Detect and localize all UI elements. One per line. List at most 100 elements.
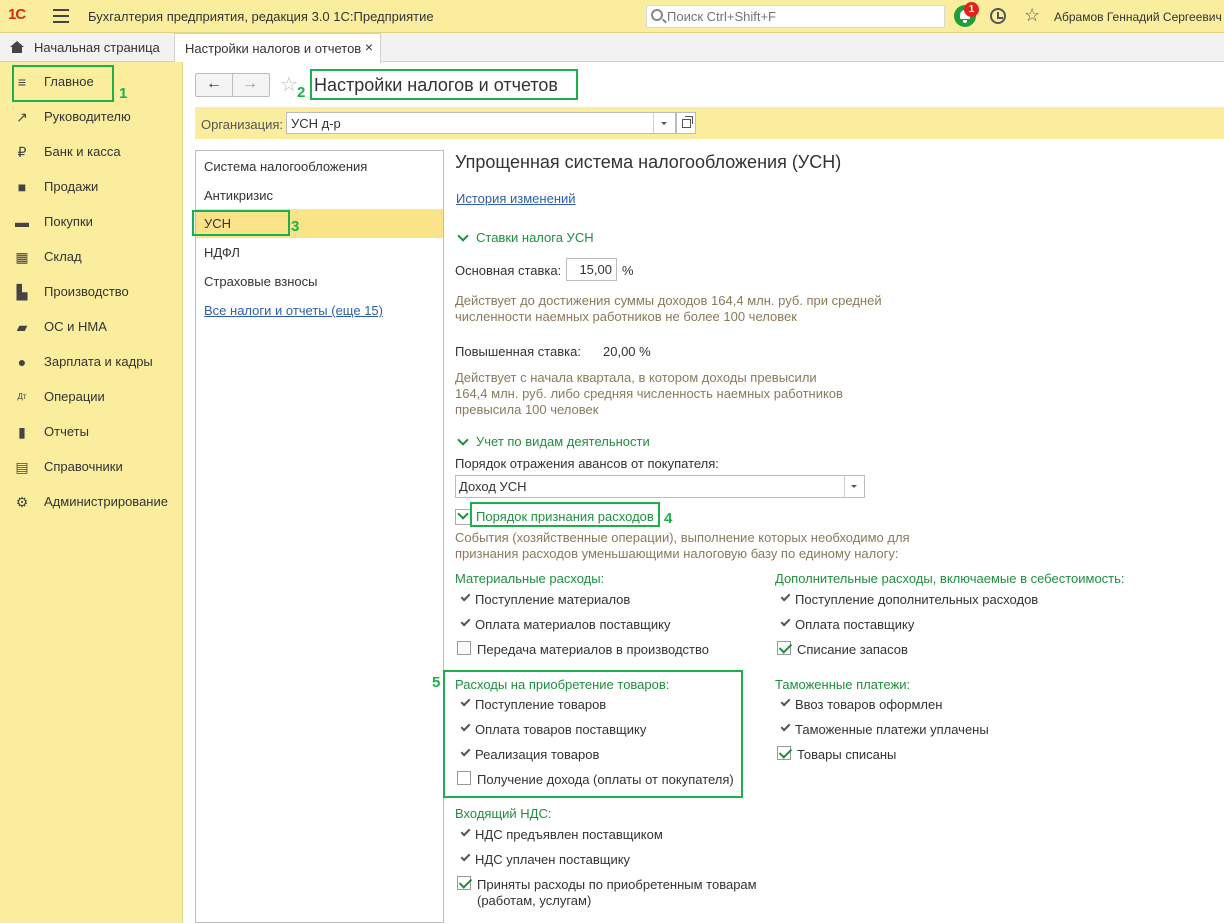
vat-item: Приняты расходы по приобретенным товарам… xyxy=(477,877,757,908)
checkmark-icon xyxy=(780,591,791,602)
top-bar: 1С Бухгалтерия предприятия, редакция 3.0… xyxy=(0,0,1224,33)
base-rate-label: Основная ставка: xyxy=(455,263,562,278)
material-item: Поступление материалов xyxy=(475,592,631,607)
annotation-number-2: 2 xyxy=(297,84,306,101)
chevron-down-icon[interactable] xyxy=(457,230,469,242)
sidebar-item-sales[interactable]: ■ Продажи xyxy=(0,172,183,202)
base-rate-input[interactable]: 15,00 xyxy=(566,258,617,281)
favorites-star-icon[interactable]: ☆ xyxy=(1024,5,1040,26)
forward-arrow-icon[interactable]: → xyxy=(242,75,258,93)
search-icon xyxy=(651,9,663,21)
search-input[interactable] xyxy=(667,8,937,25)
material-item: Передача материалов в производство xyxy=(477,642,709,657)
sidebar-item-production[interactable]: ▙ Производство xyxy=(0,277,183,307)
dropdown-triangle xyxy=(851,485,857,488)
tab-close-icon[interactable]: × xyxy=(365,39,373,55)
material-transfer-checkbox[interactable] xyxy=(457,641,471,655)
section-label: Страховые взносы xyxy=(204,274,318,289)
section-item-anticrisis[interactable]: Антикризис xyxy=(196,181,443,210)
section-item-insurance[interactable]: Страховые взносы xyxy=(196,267,443,296)
user-name[interactable]: Абрамов Геннадий Сергеевич xyxy=(1054,10,1222,24)
sidebar-item-label: Справочники xyxy=(44,459,123,474)
sidebar-item-references[interactable]: ▤ Справочники xyxy=(0,452,183,482)
annotation-box-1 xyxy=(12,65,114,102)
section-item-ndfl[interactable]: НДФЛ xyxy=(196,238,443,267)
customs-item: Ввоз товаров оформлен xyxy=(795,697,943,712)
favorite-star-icon[interactable]: ☆ xyxy=(280,72,298,97)
goods-written-off-checkbox[interactable] xyxy=(777,746,791,760)
section-label: Антикризис xyxy=(204,188,273,203)
annotation-number-5: 5 xyxy=(432,674,441,691)
tab-home-label: Начальная страница xyxy=(34,40,160,55)
section-label: Все налоги и отчеты (еще 15) xyxy=(204,303,383,318)
person-icon: ● xyxy=(17,354,27,370)
sidebar-item-purchases[interactable]: ▬ Покупки xyxy=(0,207,183,237)
high-rate-note: Действует с начала квартала, в котором д… xyxy=(455,370,843,417)
high-rate-label: Повышенная ставка: xyxy=(455,344,581,359)
expenses-accepted-checkbox[interactable] xyxy=(457,876,471,890)
history-icon[interactable] xyxy=(990,8,1006,24)
annotation-box-5 xyxy=(443,670,743,798)
checkmark-icon xyxy=(460,826,471,837)
organization-select[interactable]: УСН д-р xyxy=(286,112,676,134)
sidebar-item-bank[interactable]: ₽ Банк и касса xyxy=(0,137,183,167)
sidebar-item-label: Склад xyxy=(44,249,82,264)
high-rate-value: 20,00 % xyxy=(603,344,651,359)
base-rate-value: 15,00 xyxy=(579,262,612,277)
expenses-note: События (хозяйственные операции), выполн… xyxy=(455,530,910,561)
back-arrow-icon[interactable]: ← xyxy=(206,75,222,93)
history-link[interactable]: История изменений xyxy=(456,191,576,206)
tab-tax-settings[interactable]: Настройки налогов и отчетов × xyxy=(174,33,381,63)
tab-home[interactable]: Начальная страница xyxy=(0,33,172,62)
dtkt-icon: Дт xyxy=(17,392,27,401)
checkmark-icon xyxy=(460,591,471,602)
additional-item: Списание запасов xyxy=(797,642,908,657)
sidebar-item-assets[interactable]: ▰ ОС и НМА xyxy=(0,312,183,342)
trend-icon: ↗ xyxy=(16,109,28,125)
app-logo[interactable]: 1С xyxy=(8,6,26,23)
organization-bar: Организация: УСН д-р xyxy=(195,107,1224,139)
rates-group-header[interactable]: Ставки налога УСН xyxy=(476,230,594,245)
app-title: Бухгалтерия предприятия, редакция 3.0 1С… xyxy=(88,9,434,24)
chevron-down-icon[interactable] xyxy=(653,113,675,133)
chevron-down-icon[interactable] xyxy=(844,476,864,497)
grid-icon: ▦ xyxy=(15,249,29,265)
additional-item: Оплата поставщику xyxy=(795,617,915,632)
advances-select[interactable]: Доход УСН xyxy=(455,475,865,498)
sidebar-item-admin[interactable]: ⚙ Администрирование xyxy=(0,487,183,517)
sidebar-item-salary[interactable]: ● Зарплата и кадры xyxy=(0,347,183,377)
sidebar-item-label: Администрирование xyxy=(44,494,168,509)
customs-item: Таможенные платежи уплачены xyxy=(795,722,989,737)
truck-icon: ▰ xyxy=(16,319,28,335)
nav-separator xyxy=(232,74,233,96)
organization-label: Организация: xyxy=(201,117,284,132)
sidebar-item-warehouse[interactable]: ▦ Склад xyxy=(0,242,183,272)
checkmark-icon xyxy=(460,851,471,862)
book-icon: ▤ xyxy=(15,459,29,475)
sidebar-item-manager[interactable]: ↗ Руководителю xyxy=(0,102,183,132)
annotation-number-1: 1 xyxy=(119,85,128,102)
main-panel: Упрощенная система налогообложения (УСН)… xyxy=(455,150,1224,923)
annotation-number-4: 4 xyxy=(664,510,673,527)
nav-buttons: ← → xyxy=(195,73,270,97)
chart-icon: ▮ xyxy=(18,424,26,440)
search-box[interactable] xyxy=(646,5,945,28)
vat-item: НДС уплачен поставщику xyxy=(475,852,631,867)
tab-bar: Начальная страница Настройки налогов и о… xyxy=(0,33,1224,63)
sidebar-item-label: Руководителю xyxy=(44,109,131,124)
annotation-box-2 xyxy=(310,69,578,100)
section-label: Система налогообложения xyxy=(204,159,368,174)
sidebar-item-reports[interactable]: ▮ Отчеты xyxy=(0,417,183,447)
open-organization-icon[interactable] xyxy=(676,112,696,134)
section-item-tax-system[interactable]: Система налогообложения xyxy=(196,152,443,181)
activity-group-header[interactable]: Учет по видам деятельности xyxy=(476,434,650,449)
sidebar-item-operations[interactable]: Дт Операции xyxy=(0,382,183,412)
stock-writeoff-checkbox[interactable] xyxy=(777,641,791,655)
annotation-box-4 xyxy=(470,502,660,527)
section-all-taxes-link[interactable]: Все налоги и отчеты (еще 15) xyxy=(196,296,443,325)
organization-value: УСН д-р xyxy=(291,116,341,131)
chevron-down-icon[interactable] xyxy=(457,434,469,446)
sidebar: ≡ Главное ↗ Руководителю ₽ Банк и касса … xyxy=(0,62,183,923)
hamburger-menu-icon[interactable] xyxy=(53,9,69,23)
customs-title: Таможенные платежи: xyxy=(775,677,911,692)
